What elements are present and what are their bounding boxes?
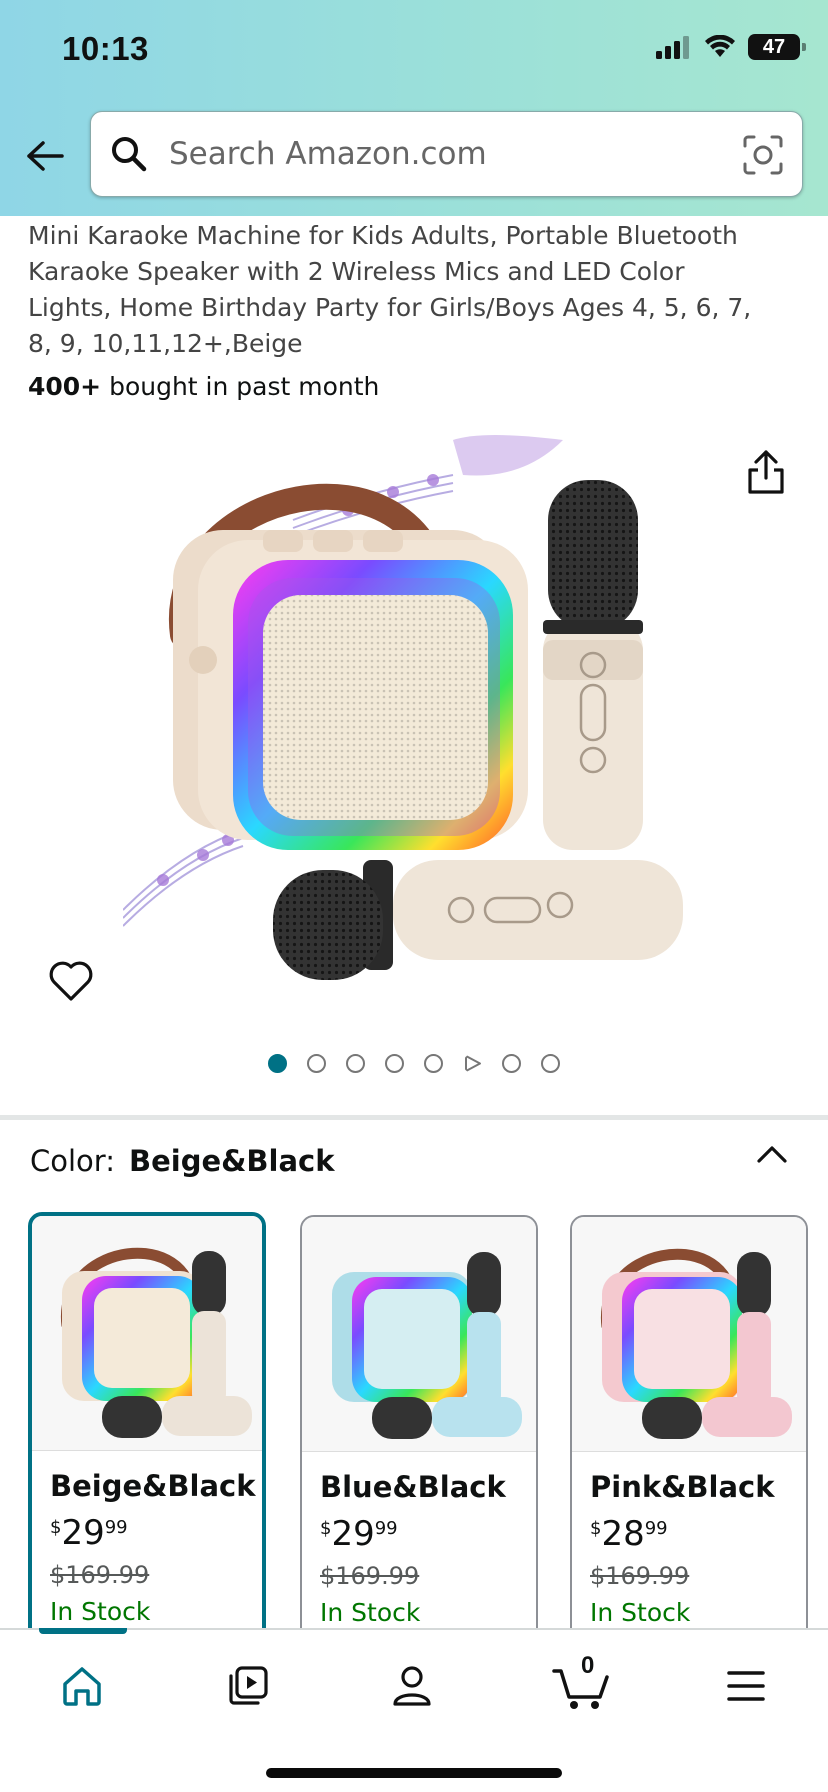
video-stack-icon xyxy=(229,1666,268,1705)
home-indicator xyxy=(266,1768,562,1778)
image-carousel-dots xyxy=(0,1054,828,1073)
swatch-pink-black[interactable]: Pink&Black $28 99 $169.99 In Stock xyxy=(570,1215,808,1632)
product-image[interactable] xyxy=(122,430,703,1012)
swatch-price: $29 99 xyxy=(50,1513,128,1553)
swatch-thumbnail xyxy=(32,1216,262,1451)
carousel-dot[interactable] xyxy=(346,1054,365,1073)
section-divider xyxy=(0,1115,828,1120)
battery-icon: 47 xyxy=(748,34,806,60)
swatch-price: $28 99 xyxy=(590,1514,668,1554)
carousel-dot[interactable] xyxy=(541,1054,560,1073)
product-title[interactable]: Mini Karaoke Machine for Kids Adults, Po… xyxy=(28,218,768,362)
swatch-name: Beige&Black xyxy=(50,1469,256,1503)
active-tab-indicator xyxy=(39,1628,127,1634)
swatch-thumbnail xyxy=(572,1217,806,1452)
search-icon xyxy=(109,134,149,174)
color-swatch-list: Beige&Black $29 99 $169.99 In Stock Blue&… xyxy=(28,1212,828,1632)
carousel-dot[interactable] xyxy=(307,1054,326,1073)
cart-count: 0 xyxy=(581,1652,595,1679)
search-bar[interactable] xyxy=(90,111,803,197)
back-button[interactable] xyxy=(22,133,68,179)
swatch-list-price: $169.99 xyxy=(50,1561,150,1589)
search-input[interactable] xyxy=(169,136,709,172)
swatch-list-price: $169.99 xyxy=(320,1562,420,1590)
video-play-icon[interactable] xyxy=(463,1054,482,1073)
selected-color: Beige&Black xyxy=(128,1144,335,1178)
carousel-dot[interactable] xyxy=(385,1054,404,1073)
battery-level: 47 xyxy=(762,35,786,58)
status-time: 10:13 xyxy=(62,30,149,67)
back-arrow-icon xyxy=(27,141,64,171)
swatch-price: $29 99 xyxy=(320,1514,398,1554)
swatch-stock-status: In Stock xyxy=(50,1597,151,1626)
cellular-signal-icon xyxy=(656,36,689,59)
camera-lens-icon[interactable] xyxy=(742,134,784,176)
swatch-blue-black[interactable]: Blue&Black $29 99 $169.99 In Stock xyxy=(300,1215,538,1632)
swatch-thumbnail xyxy=(302,1217,536,1452)
home-icon xyxy=(63,1667,101,1706)
hamburger-menu-icon xyxy=(727,1671,765,1701)
status-icons: 47 xyxy=(656,34,806,60)
chevron-up-icon[interactable] xyxy=(756,1142,788,1166)
carousel-dot[interactable] xyxy=(502,1054,521,1073)
nav-inspire[interactable] xyxy=(218,1656,278,1716)
nav-menu[interactable] xyxy=(716,1656,776,1716)
bought-count: 400+ xyxy=(28,372,102,401)
wifi-icon xyxy=(705,35,735,57)
swatch-stock-status: In Stock xyxy=(590,1598,691,1627)
bought-text: bought in past month xyxy=(101,372,380,401)
swatch-list-price: $169.99 xyxy=(590,1562,690,1590)
person-icon xyxy=(393,1666,431,1706)
nav-account[interactable] xyxy=(382,1656,442,1716)
swatch-beige-black[interactable]: Beige&Black $29 99 $169.99 In Stock xyxy=(28,1212,266,1632)
nav-cart[interactable]: 0 xyxy=(550,1652,614,1716)
share-icon[interactable] xyxy=(744,448,788,496)
nav-home[interactable] xyxy=(52,1656,112,1716)
color-selector-label: Color: Beige&Black xyxy=(30,1144,335,1178)
carousel-dot[interactable] xyxy=(424,1054,443,1073)
carousel-dot[interactable] xyxy=(268,1054,287,1073)
bottom-navigation: 0 xyxy=(0,1628,828,1792)
swatch-name: Pink&Black xyxy=(590,1470,775,1504)
swatch-stock-status: In Stock xyxy=(320,1598,421,1627)
bought-in-past-month: 400+ bought in past month xyxy=(28,372,379,401)
header-bar: 10:13 47 xyxy=(0,0,828,216)
heart-icon[interactable] xyxy=(48,958,94,1004)
color-label: Color: xyxy=(30,1144,115,1178)
swatch-name: Blue&Black xyxy=(320,1470,506,1504)
